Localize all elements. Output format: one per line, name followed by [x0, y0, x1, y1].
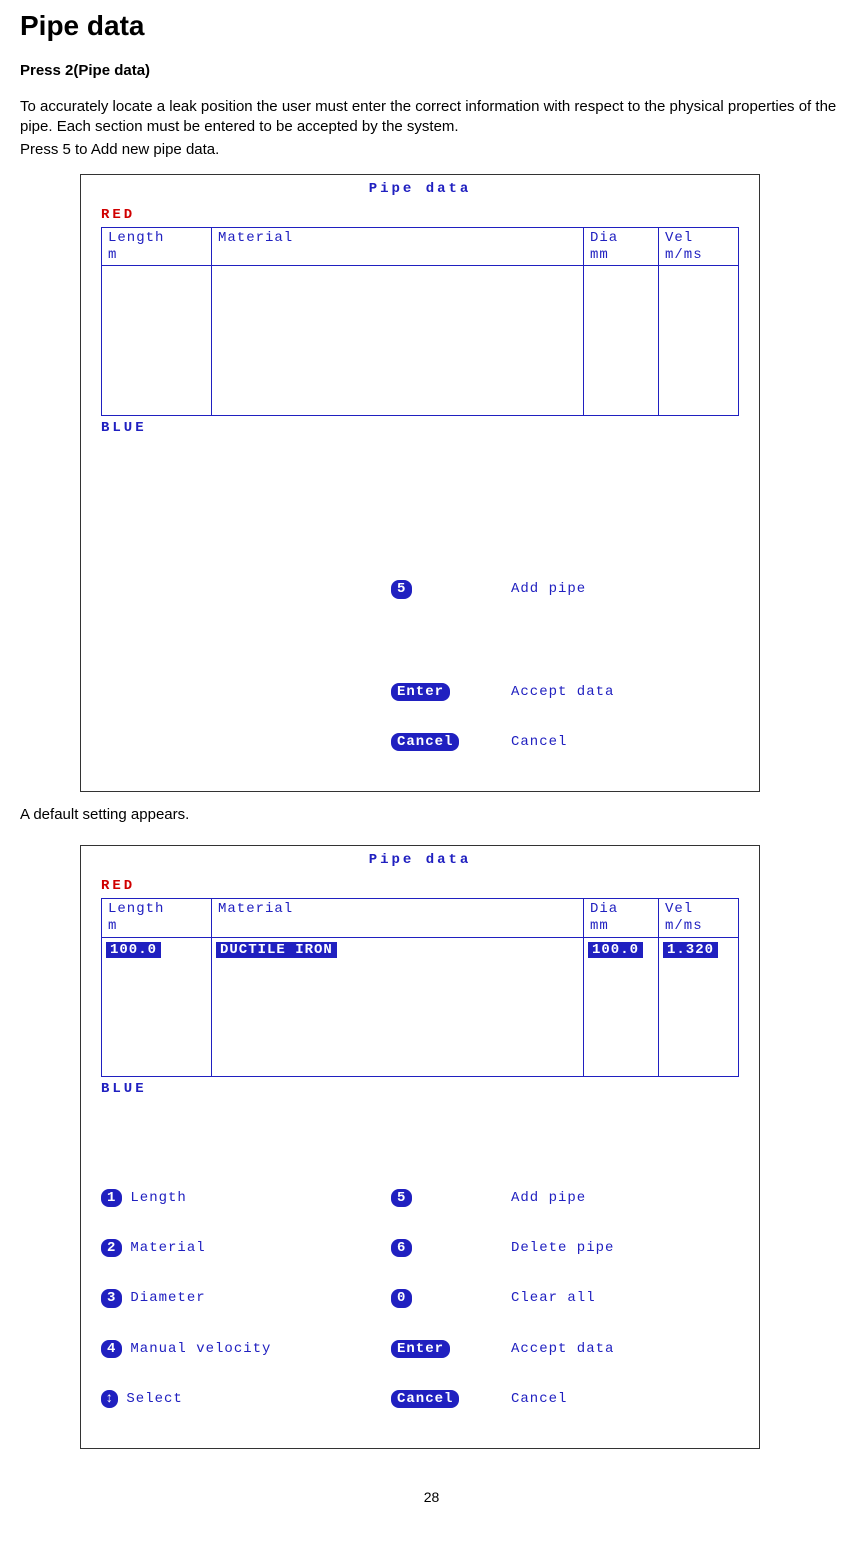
lcd-title: Pipe data: [83, 177, 757, 207]
lcd-action-delete-pipe: Delete pipe: [511, 1239, 739, 1257]
lcd-key-cancel: Cancel: [391, 1390, 459, 1408]
lcd-key-6: 6: [391, 1239, 412, 1257]
lcd-action-accept: Accept data: [511, 683, 739, 701]
lcd-cell-length: 100.0: [102, 937, 212, 962]
lcd-action-select: Select: [126, 1390, 182, 1408]
lcd-action-clear-all: Clear all: [511, 1289, 739, 1307]
page-subtitle: Press 2(Pipe data): [20, 62, 843, 79]
lcd-header-material: Material: [212, 227, 584, 266]
lcd-key-1: 1: [101, 1189, 122, 1207]
lcd-cell-empty: [584, 266, 659, 416]
lcd-cell-material: DUCTILE IRON: [212, 937, 584, 962]
lcd-key-enter: Enter: [391, 683, 450, 701]
lcd-key-5: 5: [391, 580, 412, 598]
lcd-cell-empty: [659, 962, 739, 1077]
caption-default: A default setting appears.: [20, 806, 843, 823]
lcd-footer-2: 1 Length 5 Add pipe 2 Material 6 Delete pi…: [83, 1097, 757, 1446]
lcd-header-length: Length m: [102, 227, 212, 266]
lcd-cell-empty: [102, 962, 212, 1077]
lcd-table-empty: Length m Material Dia mm Vel m/ms: [101, 227, 739, 417]
lcd-key-2: 2: [101, 1239, 122, 1257]
lcd-table-default: Length m Material Dia mm Vel m/ms 100.0 …: [101, 898, 739, 1077]
lcd-cell-vel: 1.320: [659, 937, 739, 962]
lcd-red-label: RED: [83, 878, 757, 898]
lcd-screenshot-empty: Pipe data RED Length m Material Dia mm V…: [80, 174, 760, 792]
lcd-header-material: Material: [212, 898, 584, 937]
lcd-key-0: 0: [391, 1289, 412, 1307]
lcd-title: Pipe data: [83, 848, 757, 878]
lcd-header-vel: Vel m/ms: [659, 898, 739, 937]
lcd-key-5: 5: [391, 1189, 412, 1207]
lcd-cell-empty: [102, 266, 212, 416]
lcd-footer-1: 5 Add pipe Enter Accept data Cancel Canc…: [83, 436, 757, 789]
lcd-action-length: Length: [130, 1189, 186, 1207]
lcd-action-material: Material: [130, 1239, 205, 1257]
lcd-screenshot-default: Pipe data RED Length m Material Dia mm V…: [80, 845, 760, 1449]
lcd-cell-empty: [212, 266, 584, 416]
lcd-action-cancel: Cancel: [511, 1390, 739, 1408]
lcd-cell-empty: [659, 266, 739, 416]
page-title: Pipe data: [20, 10, 843, 42]
lcd-blue-label: BLUE: [83, 1077, 757, 1097]
lcd-key-cancel: Cancel: [391, 733, 459, 751]
lcd-cell-empty: [584, 962, 659, 1077]
lcd-action-diameter: Diameter: [130, 1289, 205, 1307]
lcd-cell-empty: [212, 962, 584, 1077]
lcd-key-4: 4: [101, 1340, 122, 1358]
lcd-header-vel: Vel m/ms: [659, 227, 739, 266]
lcd-header-length: Length m: [102, 898, 212, 937]
paragraph-instruction: Press 5 to Add new pipe data.: [20, 140, 843, 160]
lcd-cell-dia: 100.0: [584, 937, 659, 962]
lcd-action-manual-velocity: Manual velocity: [130, 1340, 271, 1358]
lcd-action-accept: Accept data: [511, 1340, 739, 1358]
lcd-action-cancel: Cancel: [511, 733, 739, 751]
lcd-key-arrow-icon: ↕: [101, 1390, 118, 1408]
page-number: 28: [20, 1489, 843, 1505]
lcd-red-label: RED: [83, 207, 757, 227]
paragraph-intro: To accurately locate a leak position the…: [20, 97, 843, 138]
lcd-action-add-pipe: Add pipe: [511, 1189, 739, 1207]
lcd-blue-label: BLUE: [83, 416, 757, 436]
lcd-key-enter: Enter: [391, 1340, 450, 1358]
lcd-header-dia: Dia mm: [584, 898, 659, 937]
lcd-header-dia: Dia mm: [584, 227, 659, 266]
lcd-key-3: 3: [101, 1289, 122, 1307]
lcd-action-add-pipe: Add pipe: [511, 580, 739, 598]
